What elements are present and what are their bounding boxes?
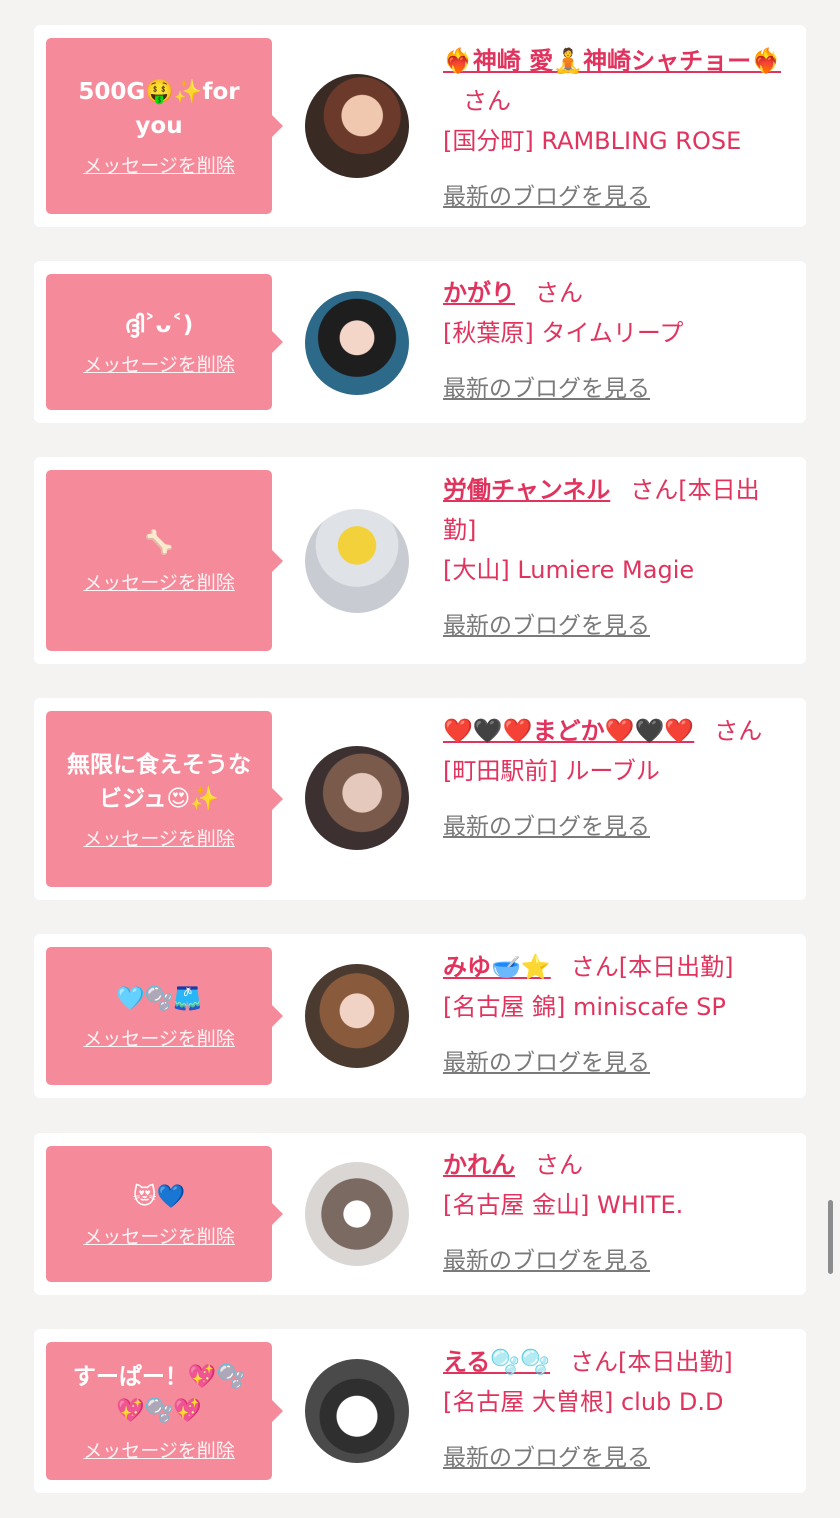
blog-link[interactable]: 最新のブログを見る (443, 606, 792, 646)
message-bubble: 🦴 メッセージを削除 (46, 470, 283, 651)
blog-link[interactable]: 最新のブログを見る (443, 177, 792, 217)
cast-name-link[interactable]: みゆ🥣⭐️ (443, 953, 551, 981)
list-item: ദ്ദി˃ᴗ˂) メッセージを削除 かがり さん [秋葉原] タイムリープ 最新の… (34, 261, 806, 423)
shop-label: [秋葉原] タイムリープ (443, 319, 684, 347)
honorific-label: さん (714, 717, 763, 745)
cast-name-link[interactable]: ❤️🖤❤️まどか❤️🖤❤️ (443, 717, 694, 745)
blog-link[interactable]: 最新のブログを見る (443, 1438, 792, 1478)
cast-info: ❤️‍🔥神崎 愛🧘神崎シャチョー❤️‍🔥 さん [国分町] RAMBLING RO… (443, 41, 792, 217)
delete-message-link[interactable]: メッセージを削除 (83, 1436, 235, 1463)
message-text: 🦴 (144, 530, 174, 556)
cast-name-link[interactable]: ❤️‍🔥神崎 愛🧘神崎シャチョー❤️‍🔥 (443, 47, 781, 75)
cast-name-link[interactable]: える🫧🫧 (443, 1348, 550, 1376)
message-bubble: 🩵🫧🩳 メッセージを削除 (46, 947, 283, 1085)
message-text: 無限に食えそうなビジュ😍✨ (67, 751, 251, 812)
cast-name-link[interactable]: 労働チャンネル (443, 476, 610, 504)
delete-message-link[interactable]: メッセージを削除 (83, 1024, 235, 1051)
avatar[interactable] (305, 74, 409, 178)
cast-info: 労働チャンネル さん[本日出勤] [大山] Lumiere Magie 最新のブロ… (443, 470, 792, 646)
honorific-label: さん[本日出勤] (570, 953, 734, 981)
message-text: 500G🤑✨for you (78, 78, 240, 139)
list-item: 🩵🫧🩳 メッセージを削除 みゆ🥣⭐️ さん[本日出勤] [名古屋 錦] minis… (34, 934, 806, 1098)
cast-info: ❤️🖤❤️まどか❤️🖤❤️ さん [町田駅前] ルーブル 最新のブログを見る (443, 711, 792, 847)
message-bubble: 無限に食えそうなビジュ😍✨ メッセージを削除 (46, 711, 283, 887)
shop-label: [名古屋 金山] WHITE. (443, 1191, 684, 1219)
blog-link[interactable]: 最新のブログを見る (443, 807, 792, 847)
list-item: 😻💙 メッセージを削除 かれん さん [名古屋 金山] WHITE. 最新のブログ… (34, 1133, 806, 1295)
cast-info: かれん さん [名古屋 金山] WHITE. 最新のブログを見る (443, 1145, 792, 1281)
avatar[interactable] (305, 291, 409, 395)
cast-name-link[interactable]: かれん (443, 1151, 515, 1179)
delete-message-link[interactable]: メッセージを削除 (83, 568, 235, 595)
honorific-label: さん[本日出勤] (570, 1348, 733, 1376)
avatar[interactable] (305, 1162, 409, 1266)
honorific-label: さん (463, 87, 511, 115)
avatar[interactable] (305, 964, 409, 1068)
list-item: 🦴 メッセージを削除 労働チャンネル さん[本日出勤] [大山] Lumiere … (34, 457, 806, 664)
scrollbar[interactable] (828, 1200, 833, 1274)
delete-message-link[interactable]: メッセージを削除 (83, 1222, 235, 1249)
message-bubble: すーぱー！💖🫧💖🫧💖 メッセージを削除 (46, 1342, 283, 1480)
delete-message-link[interactable]: メッセージを削除 (83, 151, 235, 178)
cast-name-link[interactable]: かがり (443, 279, 515, 307)
shop-label: [名古屋 大曽根] club D.D (443, 1388, 724, 1416)
list-item: すーぱー！💖🫧💖🫧💖 メッセージを削除 える🫧🫧 さん[本日出勤] [名古屋 大曽… (34, 1329, 806, 1493)
cast-info: みゆ🥣⭐️ さん[本日出勤] [名古屋 錦] miniscafe SP 最新のブロ… (443, 947, 792, 1083)
delete-message-link[interactable]: メッセージを削除 (83, 350, 235, 377)
honorific-label: さん (535, 1151, 583, 1179)
message-bubble: 😻💙 メッセージを削除 (46, 1146, 283, 1282)
shop-label: [名古屋 錦] miniscafe SP (443, 993, 726, 1021)
blog-link[interactable]: 最新のブログを見る (443, 1241, 792, 1281)
message-text: 😻💙 (132, 1183, 186, 1210)
delete-message-link[interactable]: メッセージを削除 (83, 824, 235, 851)
list-item: 500G🤑✨for you メッセージを削除 ❤️‍🔥神崎 愛🧘神崎シャチョー❤… (34, 25, 806, 227)
avatar[interactable] (305, 1359, 409, 1463)
message-text: 🩵🫧🩳 (116, 985, 202, 1012)
blog-link[interactable]: 最新のブログを見る (443, 369, 792, 409)
avatar[interactable] (305, 746, 409, 850)
shop-label: [大山] Lumiere Magie (443, 556, 695, 584)
blog-link[interactable]: 最新のブログを見る (443, 1043, 792, 1083)
cast-info: かがり さん [秋葉原] タイムリープ 最新のブログを見る (443, 273, 792, 409)
honorific-label: さん (535, 279, 583, 307)
shop-label: [国分町] RAMBLING ROSE (443, 127, 742, 155)
cast-info: える🫧🫧 さん[本日出勤] [名古屋 大曽根] club D.D 最新のブログを見… (443, 1342, 792, 1478)
message-text: ദ്ദി˃ᴗ˂) (124, 311, 194, 338)
avatar[interactable] (305, 509, 409, 613)
shop-label: [町田駅前] ルーブル (443, 757, 660, 785)
list-item: 無限に食えそうなビジュ😍✨ メッセージを削除 ❤️🖤❤️まどか❤️🖤❤️ さん [… (34, 698, 806, 900)
message-bubble: 500G🤑✨for you メッセージを削除 (46, 38, 283, 214)
message-bubble: ദ്ദി˃ᴗ˂) メッセージを削除 (46, 274, 283, 410)
message-text: すーぱー！💖🫧💖🫧💖 (72, 1363, 246, 1424)
